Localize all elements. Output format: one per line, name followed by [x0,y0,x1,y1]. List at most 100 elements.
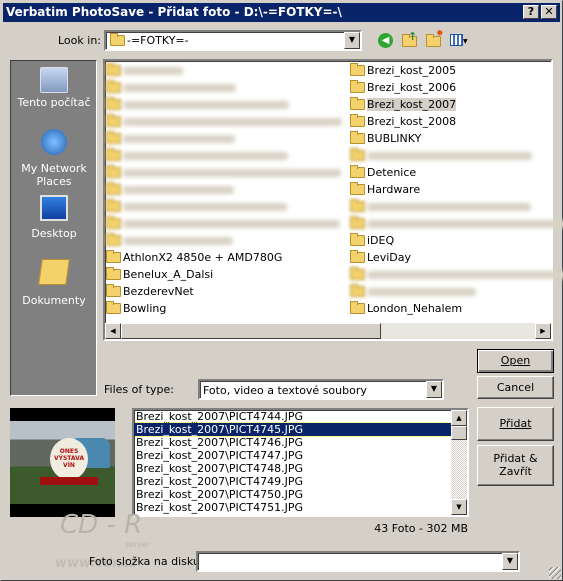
scroll-up-icon[interactable]: ▲ [451,410,467,426]
folder-icon [106,165,121,178]
my-computer-icon [40,67,68,93]
selected-file-item[interactable]: Brezi_kost_2007\PICT4750.JPG [134,488,451,501]
selected-file-item[interactable]: Brezi_kost_2007\PICT4751.JPG [134,501,451,514]
folder-item[interactable]: AthlonX2 4850e + AMD780G [106,250,282,266]
folder-item-blurred[interactable] [106,199,287,215]
folder-item-blurred[interactable] [350,267,563,283]
folder-item-blurred[interactable] [350,284,476,300]
place-label: Dokumenty [22,294,86,307]
folder-name: AthlonX2 4850e + AMD780G [123,251,283,264]
new-folder-icon[interactable]: ✸ [426,29,444,48]
title-bar: Verbatim PhotoSave - Přidat foto - D:\-=… [3,3,560,22]
folder-item[interactable]: Brezi_kost_2008 [350,114,456,130]
folder-item[interactable]: BUBLINKY [350,131,421,147]
place-label: Desktop [31,227,77,240]
folder-item[interactable]: Benelux_A_Dalsi [106,267,213,283]
folder-name: BUBLINKY [367,132,422,145]
folder-icon [106,233,121,246]
scroll-down-icon[interactable]: ▼ [451,499,467,515]
folder-item-blurred[interactable] [106,148,288,164]
folder-name: Benelux_A_Dalsi [123,268,214,281]
disk-folder-combo[interactable]: ▼ [196,551,520,572]
horizontal-scrollbar[interactable]: ◀ ▶ [105,323,551,339]
window-title: Verbatim PhotoSave - Přidat foto - D:\-=… [6,5,342,19]
folder-icon [106,199,121,212]
folder-item-blurred[interactable] [350,216,563,232]
folder-name: LeviDay [367,251,411,264]
folder-item-blurred[interactable] [106,182,234,198]
folder-item[interactable]: LeviDay [350,250,411,266]
selected-file-item[interactable]: Brezi_kost_2007\PICT4744.JPG [134,410,451,423]
place-my-computer[interactable]: Tento počítač [11,67,97,109]
scroll-left-icon[interactable]: ◀ [105,323,121,339]
selected-files-list[interactable]: Brezi_kost_2007\PICT4744.JPG Brezi_kost_2… [132,408,469,517]
folder-item[interactable]: Brezi_kost_2006 [350,80,456,96]
folder-item[interactable]: London_Nehalem [350,301,462,317]
selected-file-item[interactable]: Brezi_kost_2007\PICT4746.JPG [134,436,451,449]
folder-item[interactable]: Brezi_kost_2005 [350,63,456,79]
open-button[interactable]: Open [477,349,554,373]
folder-item-blurred[interactable] [106,114,342,130]
folder-icon [350,301,365,314]
scroll-thumb[interactable] [451,426,467,440]
cancel-button[interactable]: Cancel [477,376,554,399]
close-button[interactable]: ✕ [541,5,557,19]
look-in-combo[interactable]: -=FOTKY=- ▼ [104,30,362,51]
folder-name: Brezi_kost_2005 [367,64,457,77]
place-network[interactable]: My Network Places [11,129,97,188]
scroll-right-icon[interactable]: ▶ [535,323,551,339]
help-button[interactable]: ? [523,5,539,19]
folder-item[interactable]: BezderevNet [106,284,194,300]
add-button[interactable]: Přidat [477,407,554,441]
scroll-thumb[interactable] [121,323,381,339]
folder-icon [106,216,121,229]
folder-item[interactable]: Detenice [350,165,416,181]
folder-icon [350,63,365,76]
files-of-type-combo[interactable]: Foto, video a textové soubory ▼ [198,379,444,400]
folder-icon [106,131,121,144]
folder-item-blurred[interactable] [106,131,235,147]
file-list[interactable]: ◀ ▶ AthlonX2 4850e + AMD780G Benelux_A_Da… [103,59,563,341]
selected-file-item[interactable]: Brezi_kost_2007\PICT4749.JPG [134,475,451,488]
chevron-down-icon[interactable]: ▼ [502,553,518,570]
folder-icon [106,250,121,263]
folder-item-blurred[interactable] [350,199,531,215]
selected-file-item[interactable]: Brezi_kost_2007\PICT4747.JPG [134,449,451,462]
back-icon[interactable]: ◀ [378,33,393,48]
folder-icon [106,80,121,93]
selected-file-item[interactable]: Brezi_kost_2007\PICT4748.JPG [134,462,451,475]
folder-item[interactable]: iDEQ [350,233,394,249]
files-of-type-label: Files of type: [104,383,175,396]
folder-icon [350,267,365,280]
folder-icon [106,97,121,110]
folder-icon [106,301,121,314]
folder-item[interactable]: Bowling [106,301,166,317]
folder-item-blurred[interactable] [106,233,233,249]
vertical-scrollbar[interactable]: ▲ ▼ [451,410,467,515]
folder-item-blurred[interactable] [106,97,289,113]
look-in-value: -=FOTKY=- [127,34,189,47]
photo-preview: ONES VÝSTAVA VÍN [10,408,115,517]
chevron-down-icon[interactable]: ▼ [426,381,442,398]
folder-icon [106,148,121,161]
up-folder-icon[interactable]: ↑ [402,30,418,48]
folder-name: Brezi_kost_2006 [367,81,457,94]
selected-file-item[interactable]: Brezi_kost_2007\PICT4745.JPG [134,422,452,437]
folder-item-blurred[interactable] [106,63,183,79]
folder-item-blurred[interactable] [106,216,340,232]
chevron-down-icon[interactable]: ▼ [344,32,360,49]
view-menu-icon[interactable]: ▼ [450,34,472,47]
folder-icon [350,97,365,110]
folder-item-blurred[interactable] [106,165,341,181]
folder-icon [106,63,121,76]
status-text: 43 Foto - 302 MB [374,522,468,535]
place-desktop[interactable]: Desktop [11,195,97,240]
folder-item[interactable]: Brezi_kost_2007 [350,97,457,113]
folder-icon [350,216,365,229]
folder-item-blurred[interactable] [106,80,236,96]
place-documents[interactable]: Dokumenty [11,259,97,307]
add-close-button[interactable]: Přidat & Zavřít [477,445,554,486]
folder-item[interactable]: Hardware [350,182,420,198]
folder-item-blurred[interactable] [350,148,532,164]
resize-grip[interactable] [549,567,561,579]
